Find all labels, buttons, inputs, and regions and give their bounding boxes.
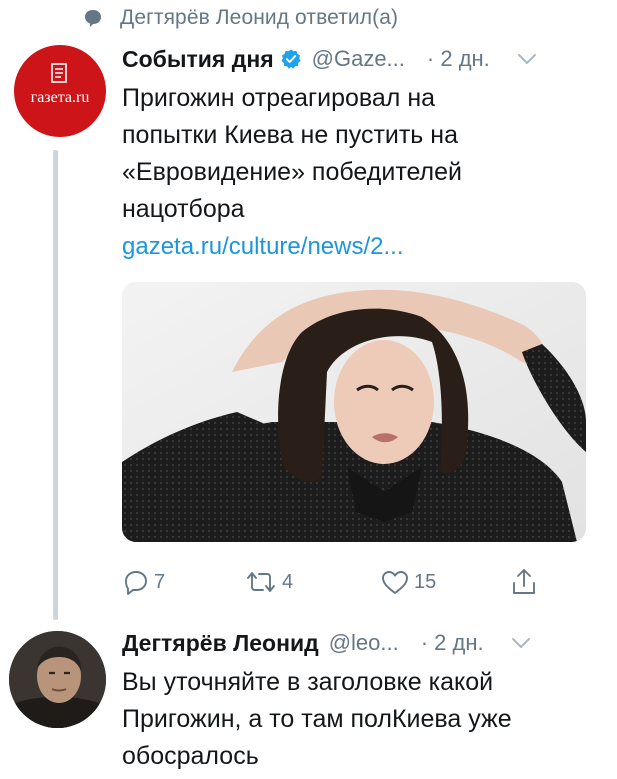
retweet-icon	[247, 572, 275, 592]
tweet-header: События дня @Gaze... · 2 дн.	[122, 40, 602, 78]
tweet-text: Пригожин отреагировал на попытки Киева н…	[122, 80, 602, 228]
chevron-down-icon[interactable]	[516, 52, 538, 66]
author-handle[interactable]: @Gaze...	[312, 46, 405, 72]
verified-badge-icon	[281, 49, 301, 69]
tweet-text-line: Пригожин отреагировал на	[122, 84, 436, 112]
tweet-1[interactable]: События дня @Gaze... · 2 дн. Пригожин от…	[122, 40, 602, 265]
reply-icon	[125, 571, 147, 595]
tweet-text-line: «Евровидение» победителей	[122, 158, 463, 186]
gazeta-logo-icon	[51, 63, 67, 83]
like-count: 15	[414, 570, 437, 593]
tweet-header: Дегтярёв Леонид @leo... · 2 дн.	[122, 624, 602, 662]
share-icon	[513, 569, 535, 594]
author-name[interactable]: События дня	[122, 46, 274, 73]
author-name[interactable]: Дегтярёв Леонид	[122, 630, 319, 657]
photo-illustration	[122, 282, 586, 542]
article-link[interactable]: gazeta.ru/culture/news/2...	[122, 228, 602, 265]
chevron-down-icon[interactable]	[510, 636, 532, 650]
avatar-logo-text: газета.ru	[30, 89, 90, 106]
retweet-button[interactable]: 4	[244, 565, 293, 599]
tweet-text-line: Вы уточняйте в заголовке какой	[122, 668, 494, 696]
tweet-2[interactable]: Дегтярёв Леонид @leo... · 2 дн. Вы уточн…	[122, 624, 602, 775]
thread-line	[53, 150, 58, 620]
share-button[interactable]	[510, 565, 538, 599]
tweet-text-line: Пригожин, а то там полКиева уже	[122, 705, 512, 733]
tweet-text: Вы уточняйте в заголовке какой Пригожин,…	[122, 664, 602, 775]
retweet-count: 4	[282, 570, 294, 593]
heart-icon	[382, 571, 408, 594]
avatar-photo	[9, 631, 106, 728]
author-handle[interactable]: @leo...	[329, 630, 399, 656]
avatar[interactable]	[9, 631, 106, 728]
reply-count: 7	[154, 570, 166, 593]
tweet-text-line: попытки Киева не пустить на	[122, 121, 458, 149]
reply-context: Дегтярёв Леонид ответил(а)	[83, 6, 398, 30]
tweet-time[interactable]: · 2 дн.	[421, 630, 484, 656]
tweet-text-line: обосралось	[122, 742, 259, 770]
tweet-image[interactable]	[122, 282, 586, 542]
avatar[interactable]: газета.ru	[14, 45, 106, 137]
speech-bubble-icon	[85, 10, 101, 27]
tweet-text-line: нацотбора	[122, 195, 245, 223]
like-button[interactable]: 15	[380, 565, 436, 599]
tweet-time[interactable]: · 2 дн.	[427, 46, 490, 72]
tweet-actions: 7 4 15	[122, 565, 552, 599]
reply-context-text: Дегтярёв Леонид ответил(а)	[120, 6, 399, 29]
reply-button[interactable]: 7	[122, 565, 165, 599]
